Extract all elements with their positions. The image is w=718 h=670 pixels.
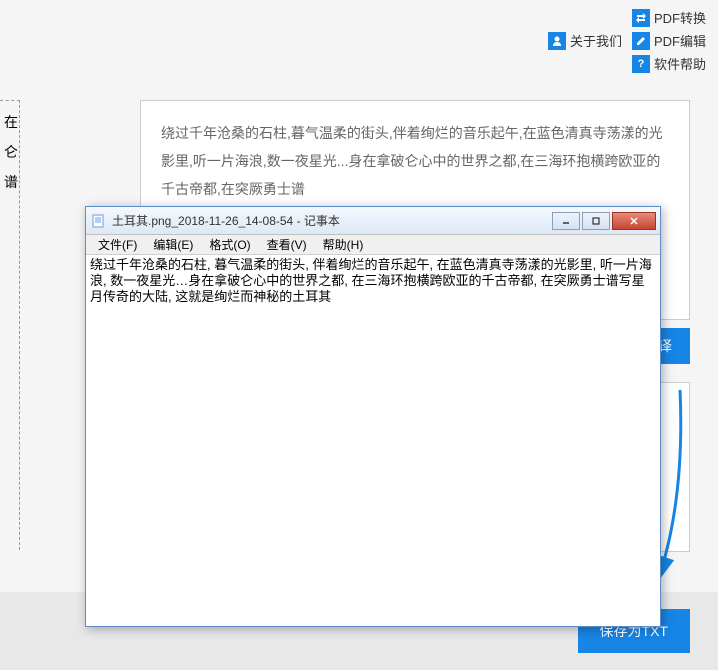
menu-help[interactable]: 帮助(H) bbox=[315, 234, 372, 255]
notepad-titlebar[interactable]: 土耳其.png_2018-11-26_14-08-54 - 记事本 bbox=[86, 207, 660, 235]
notepad-title: 土耳其.png_2018-11-26_14-08-54 - 记事本 bbox=[112, 212, 552, 229]
source-text-content: 绕过千年沧桑的石柱,暮气温柔的街头,伴着绚烂的音乐起午,在蓝色清真寺荡漾的光影里… bbox=[161, 125, 663, 197]
pdf-edit-label: PDF编辑 bbox=[654, 31, 706, 50]
left-fragment-2: 仑 bbox=[4, 137, 15, 167]
pdf-edit-link[interactable]: PDF编辑 bbox=[632, 31, 706, 50]
pdf-convert-label: PDF转换 bbox=[654, 8, 706, 27]
left-fragment-1: 在 bbox=[4, 107, 15, 137]
minimize-button[interactable] bbox=[552, 212, 580, 230]
notepad-icon bbox=[90, 213, 106, 229]
menu-view[interactable]: 查看(V) bbox=[259, 234, 315, 255]
menu-file[interactable]: 文件(F) bbox=[90, 234, 145, 255]
pdf-convert-link[interactable]: PDF转换 bbox=[632, 8, 706, 27]
notepad-window[interactable]: 土耳其.png_2018-11-26_14-08-54 - 记事本 文件(F) … bbox=[85, 206, 661, 627]
about-us-link[interactable]: 关于我们 bbox=[548, 8, 622, 73]
notepad-menubar: 文件(F) 编辑(E) 格式(O) 查看(V) 帮助(H) bbox=[86, 235, 660, 255]
software-help-link[interactable]: ? 软件帮助 bbox=[632, 54, 706, 73]
edit-icon bbox=[632, 32, 650, 50]
person-icon bbox=[548, 32, 566, 50]
help-icon: ? bbox=[632, 55, 650, 73]
software-help-label: 软件帮助 bbox=[654, 54, 706, 73]
maximize-button[interactable] bbox=[582, 212, 610, 230]
about-label: 关于我们 bbox=[570, 31, 622, 50]
notepad-content[interactable]: 绕过千年沧桑的石柱, 暮气温柔的街头, 伴着绚烂的音乐起午, 在蓝色清真寺荡漾的… bbox=[86, 255, 660, 626]
left-fragment-3: 谱 bbox=[4, 167, 15, 197]
menu-edit[interactable]: 编辑(E) bbox=[145, 234, 201, 255]
close-button[interactable] bbox=[612, 212, 656, 230]
convert-icon bbox=[632, 9, 650, 27]
menu-format[interactable]: 格式(O) bbox=[201, 234, 258, 255]
